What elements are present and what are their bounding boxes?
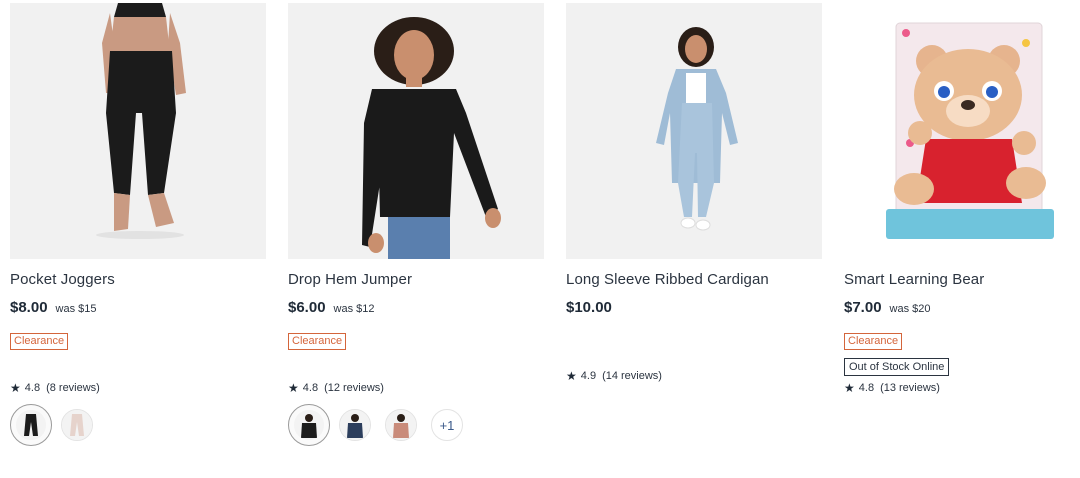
product-image[interactable] xyxy=(566,3,822,259)
product-grid: Pocket Joggers $8.00 was $15 Clearance ★… xyxy=(0,0,1080,478)
star-icon: ★ xyxy=(288,381,299,395)
product-title[interactable]: Pocket Joggers xyxy=(10,271,266,289)
review-count: (13 reviews) xyxy=(880,382,940,394)
product-price: $6.00 xyxy=(288,299,326,316)
price-row: $10.00 xyxy=(566,299,822,319)
product-image[interactable] xyxy=(844,3,1080,259)
badge-area: Clearance xyxy=(288,319,544,381)
was-price: was $12 xyxy=(333,303,375,315)
product-price: $7.00 xyxy=(844,299,882,316)
swatch-thumbnail-icon xyxy=(16,410,46,440)
product-card[interactable]: Smart Learning Bear $7.00 was $20 Cleara… xyxy=(844,3,1080,395)
rating-row: ★ 4.8 (13 reviews) xyxy=(844,381,1080,395)
product-title[interactable]: Drop Hem Jumper xyxy=(288,271,544,289)
product-image[interactable] xyxy=(10,3,266,259)
out-of-stock-badge: Out of Stock Online xyxy=(844,358,950,376)
teddy-bear-toy-box-photo xyxy=(844,3,1080,259)
star-icon: ★ xyxy=(566,369,577,383)
swatch-thumbnail-icon xyxy=(62,410,92,440)
swatch-color xyxy=(301,423,317,438)
color-swatch-selected[interactable] xyxy=(288,404,330,446)
color-swatches xyxy=(10,404,266,446)
swatch-color xyxy=(347,423,363,438)
color-swatches: +1 xyxy=(288,404,544,446)
model-in-black-joggers-photo xyxy=(10,3,266,259)
swatch-color xyxy=(393,423,409,438)
badge-area xyxy=(566,319,822,369)
color-swatch[interactable] xyxy=(385,409,417,441)
clearance-badge: Clearance xyxy=(844,333,903,350)
clearance-badge: Clearance xyxy=(10,333,69,350)
product-card[interactable]: Long Sleeve Ribbed Cardigan $10.00 ★ 4.9… xyxy=(566,3,822,383)
model-in-blue-cardigan-photo xyxy=(566,3,822,259)
product-card[interactable]: Pocket Joggers $8.00 was $15 Clearance ★… xyxy=(10,3,266,446)
badge-area: Clearance Out of Stock Online xyxy=(844,319,1080,381)
rating-row: ★ 4.9 (14 reviews) xyxy=(566,369,822,383)
badge-area: Clearance xyxy=(10,319,266,381)
clearance-badge: Clearance xyxy=(288,333,347,350)
product-price: $10.00 xyxy=(566,299,612,316)
price-row: $6.00 was $12 xyxy=(288,299,544,319)
product-title[interactable]: Long Sleeve Ribbed Cardigan xyxy=(566,271,822,289)
swatch-thumbnail-icon xyxy=(340,410,370,440)
rating-value: 4.8 xyxy=(24,382,41,394)
rating-row: ★ 4.8 (12 reviews) xyxy=(288,381,544,395)
was-price: was $20 xyxy=(889,303,931,315)
was-price: was $15 xyxy=(55,303,97,315)
star-icon: ★ xyxy=(844,381,855,395)
more-colors-button[interactable]: +1 xyxy=(431,409,463,441)
rating-value: 4.8 xyxy=(302,382,319,394)
price-row: $8.00 was $15 xyxy=(10,299,266,319)
model-in-black-jumper-photo xyxy=(288,3,544,259)
review-count: (12 reviews) xyxy=(324,382,384,394)
color-swatch[interactable] xyxy=(61,409,93,441)
product-image[interactable] xyxy=(288,3,544,259)
review-count: (14 reviews) xyxy=(602,370,662,382)
star-icon: ★ xyxy=(10,381,21,395)
rating-value: 4.9 xyxy=(580,370,597,382)
rating-value: 4.8 xyxy=(858,382,875,394)
review-count: (8 reviews) xyxy=(46,382,100,394)
price-row: $7.00 was $20 xyxy=(844,299,1080,319)
color-swatch-selected[interactable] xyxy=(10,404,52,446)
swatch-thumbnail-icon xyxy=(294,410,324,440)
product-title[interactable]: Smart Learning Bear xyxy=(844,271,1080,289)
color-swatch[interactable] xyxy=(339,409,371,441)
swatch-thumbnail-icon xyxy=(386,410,416,440)
product-card[interactable]: Drop Hem Jumper $6.00 was $12 Clearance … xyxy=(288,3,544,446)
rating-row: ★ 4.8 (8 reviews) xyxy=(10,381,266,395)
product-price: $8.00 xyxy=(10,299,48,316)
